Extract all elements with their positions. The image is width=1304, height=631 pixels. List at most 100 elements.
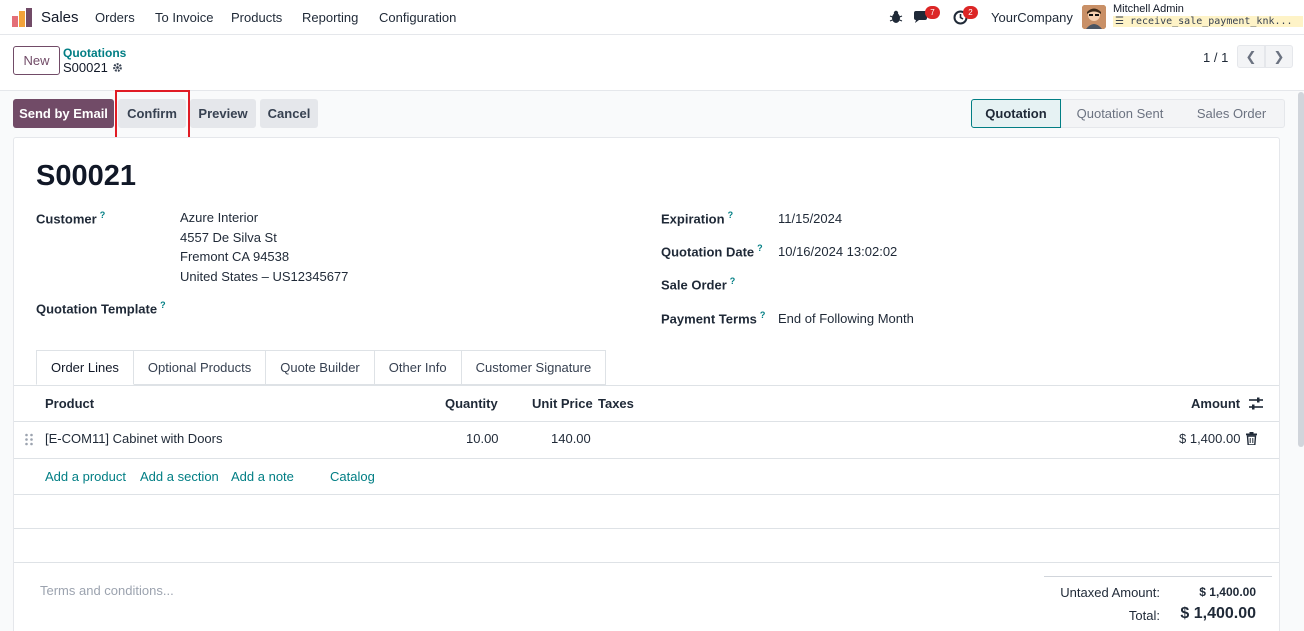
payment-terms-input[interactable]: End of Following Month bbox=[778, 311, 914, 326]
help-icon[interactable]: ? bbox=[757, 243, 763, 253]
help-icon[interactable]: ? bbox=[730, 276, 736, 286]
messages-badge: 7 bbox=[925, 6, 940, 19]
terms-and-conditions-input[interactable]: Terms and conditions... bbox=[40, 583, 174, 598]
table-bottom-divider bbox=[14, 562, 1279, 563]
help-icon[interactable]: ? bbox=[100, 210, 106, 220]
help-icon[interactable]: ? bbox=[728, 210, 734, 220]
form-tabs: Order Lines Optional Products Quote Buil… bbox=[36, 350, 607, 385]
quotation-template-input[interactable] bbox=[180, 298, 480, 318]
help-icon[interactable]: ? bbox=[160, 300, 166, 310]
status-bar: Quotation Quotation Sent Sales Order bbox=[971, 99, 1285, 128]
customer-name[interactable]: Azure Interior bbox=[180, 208, 348, 228]
send-by-email-button[interactable]: Send by Email bbox=[13, 99, 114, 128]
database-icon: ☰ bbox=[1115, 16, 1124, 27]
control-panel: New Quotations S00021 1 / 1 ❮ ❯ bbox=[0, 35, 1304, 91]
trash-icon[interactable] bbox=[1246, 432, 1257, 445]
help-icon[interactable]: ? bbox=[760, 310, 766, 320]
new-button[interactable]: New bbox=[13, 46, 60, 75]
column-unit-price[interactable]: Unit Price bbox=[532, 396, 593, 411]
breadcrumb-quotations[interactable]: Quotations bbox=[63, 46, 126, 60]
avatar-icon bbox=[1082, 5, 1106, 29]
top-navbar: Sales Orders To Invoice Products Reporti… bbox=[0, 0, 1304, 35]
line-product[interactable]: [E-COM11] Cabinet with Doors bbox=[45, 431, 223, 446]
tab-optional-products[interactable]: Optional Products bbox=[133, 350, 267, 385]
line-amount: $ 1,400.00 bbox=[1179, 431, 1241, 446]
total-value: $ 1,400.00 bbox=[1180, 605, 1256, 622]
breadcrumb-current-label: S00021 bbox=[63, 60, 108, 75]
sale-order-label: Sale Order? bbox=[661, 276, 735, 292]
total-label: Total: bbox=[1128, 608, 1160, 623]
customer-label: Customer? bbox=[36, 210, 105, 226]
quotation-template-label-text: Quotation Template bbox=[36, 301, 158, 317]
scrollbar[interactable] bbox=[1298, 92, 1304, 447]
stage-sales-order[interactable]: Sales Order bbox=[1179, 99, 1285, 128]
expiration-label: Expiration? bbox=[661, 210, 733, 226]
user-avatar[interactable] bbox=[1082, 5, 1106, 29]
add-section-link[interactable]: Add a section bbox=[140, 469, 219, 484]
pager-next-button[interactable]: ❯ bbox=[1265, 45, 1293, 68]
tabs-underline bbox=[14, 385, 1279, 386]
database-name: ☰ receive_sale_payment_knk... bbox=[1113, 16, 1303, 27]
company-switcher[interactable]: YourCompany bbox=[991, 10, 1073, 25]
record-title: S00021 bbox=[36, 160, 136, 192]
gear-icon[interactable] bbox=[112, 62, 123, 73]
menu-products[interactable]: Products bbox=[231, 10, 282, 25]
chevron-right-icon: ❯ bbox=[1273, 48, 1285, 64]
tab-customer-signature[interactable]: Customer Signature bbox=[461, 350, 607, 385]
customer-label-text: Customer bbox=[36, 211, 97, 227]
chevron-left-icon: ❮ bbox=[1245, 48, 1257, 64]
customer-city: Fremont CA 94538 bbox=[180, 249, 290, 264]
quotation-date-label: Quotation Date? bbox=[661, 243, 763, 259]
column-taxes[interactable]: Taxes bbox=[598, 396, 634, 411]
totals-divider bbox=[1044, 576, 1272, 577]
drag-handle-icon[interactable] bbox=[24, 433, 34, 446]
tab-other-info[interactable]: Other Info bbox=[374, 350, 462, 385]
untaxed-amount-value: $ 1,400.00 bbox=[1199, 585, 1256, 599]
payment-terms-label: Payment Terms? bbox=[661, 310, 765, 326]
catalog-link[interactable]: Catalog bbox=[330, 469, 375, 484]
menu-to-invoice[interactable]: To Invoice bbox=[155, 10, 214, 25]
expiration-label-text: Expiration bbox=[661, 211, 725, 227]
quotation-template-label: Quotation Template? bbox=[36, 300, 166, 316]
tab-order-lines[interactable]: Order Lines bbox=[36, 350, 134, 385]
line-unit-price[interactable]: 140.00 bbox=[551, 431, 591, 446]
breadcrumb-current: S00021 bbox=[63, 60, 123, 75]
quotation-date-input[interactable]: 10/16/2024 13:02:02 bbox=[778, 244, 897, 259]
column-product[interactable]: Product bbox=[45, 396, 94, 411]
table-row-divider bbox=[14, 528, 1279, 529]
table-row-divider bbox=[14, 494, 1279, 495]
customer-field[interactable]: Azure Interior 4557 De Silva St Fremont … bbox=[180, 208, 348, 286]
preview-button[interactable]: Preview bbox=[190, 99, 256, 128]
pager-previous-button[interactable]: ❮ bbox=[1237, 45, 1265, 68]
menu-reporting[interactable]: Reporting bbox=[302, 10, 358, 25]
add-note-link[interactable]: Add a note bbox=[231, 469, 294, 484]
pager-value[interactable]: 1 / 1 bbox=[1203, 50, 1228, 65]
optional-columns-icon[interactable] bbox=[1249, 397, 1263, 410]
column-quantity[interactable]: Quantity bbox=[445, 396, 498, 411]
customer-country-vat: United States – US12345677 bbox=[180, 268, 349, 284]
table-row-divider bbox=[14, 458, 1279, 459]
customer-street: 4557 De Silva St bbox=[180, 229, 277, 245]
database-label: receive_sale_payment_knk... bbox=[1130, 16, 1293, 27]
table-header-divider bbox=[14, 421, 1279, 422]
user-name[interactable]: Mitchell Admin bbox=[1113, 3, 1184, 15]
cancel-button[interactable]: Cancel bbox=[260, 99, 318, 128]
tab-quote-builder[interactable]: Quote Builder bbox=[266, 350, 375, 385]
stage-quotation-sent[interactable]: Quotation Sent bbox=[1061, 99, 1179, 128]
confirm-highlight-box bbox=[115, 90, 190, 140]
sale-order-label-text: Sale Order bbox=[661, 277, 727, 293]
add-product-link[interactable]: Add a product bbox=[45, 469, 126, 484]
payment-terms-label-text: Payment Terms bbox=[661, 311, 757, 327]
quotation-date-label-text: Quotation Date bbox=[661, 244, 755, 260]
menu-configuration[interactable]: Configuration bbox=[379, 10, 456, 25]
activities-badge: 2 bbox=[963, 6, 978, 19]
stage-quotation[interactable]: Quotation bbox=[971, 99, 1061, 128]
expiration-input[interactable]: 11/15/2024 bbox=[778, 211, 842, 226]
app-name[interactable]: Sales bbox=[41, 9, 79, 26]
line-quantity[interactable]: 10.00 bbox=[466, 431, 499, 446]
untaxed-amount-label: Untaxed Amount: bbox=[1060, 585, 1160, 600]
column-amount[interactable]: Amount bbox=[1191, 396, 1240, 411]
menu-orders[interactable]: Orders bbox=[95, 10, 135, 25]
bug-icon[interactable] bbox=[889, 10, 903, 24]
sales-app-icon[interactable] bbox=[12, 8, 32, 27]
